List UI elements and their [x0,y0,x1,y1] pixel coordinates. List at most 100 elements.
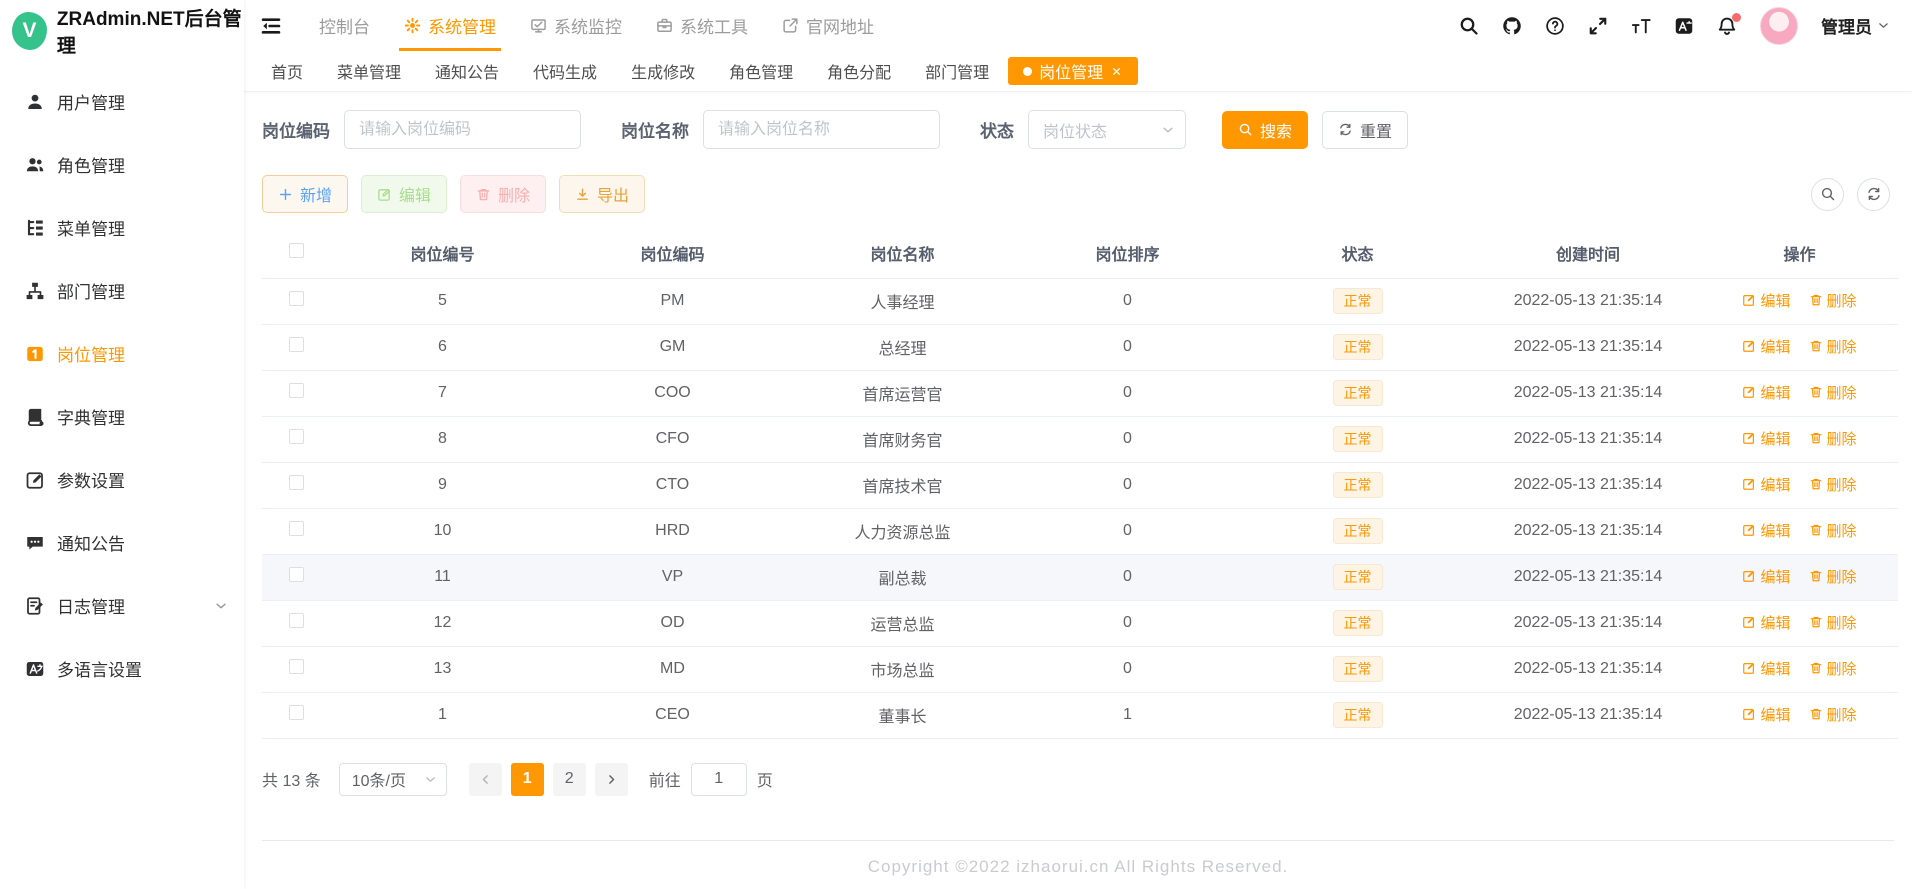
sidebar-item-dict[interactable]: 字典管理 [0,385,244,448]
edit-button[interactable]: 编辑 [361,175,448,213]
cell-status: 正常 [1240,370,1475,417]
refresh-table-button[interactable] [1857,177,1890,211]
export-button[interactable]: 导出 [559,175,646,213]
sidebar-item-i18n[interactable]: 多语言设置 [0,637,244,700]
row-checkbox[interactable] [288,291,304,306]
row-select-cell [262,692,330,739]
row-checkbox[interactable] [288,705,304,720]
post-table: 岗位编号 岗位编码 岗位名称 岗位排序 状态 创建时间 操作 5 PM 人事经理 0 正常 2022-… [262,229,1898,739]
page-size-select[interactable]: 10条/页 [338,762,447,796]
row-edit-button[interactable]: 编辑 [1742,658,1791,679]
avatar[interactable] [1760,6,1798,45]
show-search-toggle-button[interactable] [1811,177,1844,211]
row-edit-button[interactable]: 编辑 [1742,290,1791,311]
search-button[interactable] [1459,16,1479,36]
sidebar-item-label: 字典管理 [57,409,125,428]
tabs-bar: 首页 菜单管理 通知公告 代码生成 生成修改 角色管理 角色分配 部门管理 岗位管理 [244,51,1912,92]
nav-item[interactable]: 系统管理 [387,0,513,51]
sidebar-item-user[interactable]: 用户管理 [0,70,244,133]
row-checkbox[interactable] [288,567,304,582]
row-checkbox[interactable] [288,521,304,536]
sidebar-item-menu-tree[interactable]: 菜单管理 [0,196,244,259]
prev-page-button[interactable] [468,762,502,796]
post-code-input[interactable] [344,110,581,149]
table-row: 13 MD 市场总监 0 正常 2022-05-13 21:35:14 编辑 删除 [262,646,1898,693]
search-button[interactable]: 搜索 [1222,110,1309,149]
row-checkbox[interactable] [288,429,304,444]
sidebar-item-log[interactable]: 日志管理 [0,574,244,637]
select-all-checkbox[interactable] [288,243,304,259]
close-icon[interactable] [1110,65,1123,78]
sidebar-item-users[interactable]: 角色管理 [0,133,244,196]
nav-item[interactable]: 官网地址 [765,0,891,51]
trash-icon [1810,387,1821,398]
add-button[interactable]: 新增 [262,175,349,213]
row-delete-button[interactable]: 删除 [1809,290,1857,311]
language-button[interactable] [1674,16,1694,36]
row-edit-button[interactable]: 编辑 [1742,428,1791,449]
user-menu[interactable]: 管理员 [1821,13,1890,38]
row-checkbox[interactable] [288,613,304,628]
tab-部门管理[interactable]: 部门管理 [910,57,1004,85]
row-edit-button[interactable]: 编辑 [1742,336,1791,357]
row-delete-label: 删除 [1826,614,1857,632]
sidebar-collapse-button[interactable] [258,13,284,39]
row-checkbox[interactable] [288,475,304,490]
row-delete-button[interactable]: 删除 [1809,658,1857,679]
row-delete-button[interactable]: 删除 [1809,382,1857,403]
row-checkbox[interactable] [288,659,304,674]
tab-角色管理[interactable]: 角色管理 [714,57,808,85]
row-edit-button[interactable]: 编辑 [1742,612,1791,633]
row-edit-button[interactable]: 编辑 [1742,520,1791,541]
nav-item-label: 系统工具 [680,18,748,37]
sidebar-item-edit-square[interactable]: 参数设置 [0,448,244,511]
github-button[interactable] [1502,16,1522,36]
nav-item[interactable]: 系统监控 [513,0,639,51]
cell-code: MD [555,646,790,693]
row-delete-button[interactable]: 删除 [1809,336,1857,357]
cell-code: CTO [555,462,790,509]
row-delete-button[interactable]: 删除 [1809,428,1857,449]
row-checkbox[interactable] [288,383,304,398]
row-delete-button[interactable]: 删除 [1809,704,1857,725]
sidebar-item-chat[interactable]: 通知公告 [0,511,244,574]
tab-首页[interactable]: 首页 [256,57,318,85]
tab-岗位管理[interactable]: 岗位管理 [1008,57,1139,85]
tab-代码生成[interactable]: 代码生成 [518,57,612,85]
row-delete-button[interactable]: 删除 [1809,474,1857,495]
delete-button[interactable]: 删除 [460,175,547,213]
tab-通知公告[interactable]: 通知公告 [420,57,514,85]
row-edit-button[interactable]: 编辑 [1742,704,1791,725]
help-button[interactable] [1545,16,1565,36]
tab-生成修改[interactable]: 生成修改 [616,57,710,85]
goto-page-input[interactable] [690,762,747,796]
row-edit-label: 编辑 [1760,292,1791,310]
app-logo[interactable]: V ZRAdmin.NET后台管理 [0,0,244,62]
post-name-input[interactable] [703,110,940,149]
row-checkbox[interactable] [288,337,304,352]
bell-button[interactable] [1717,12,1741,36]
font-size-button[interactable] [1631,16,1651,36]
sidebar-item-org[interactable]: 部门管理 [0,259,244,322]
row-edit-button[interactable]: 编辑 [1742,566,1791,587]
reset-button[interactable]: 重置 [1322,110,1409,149]
page-button-2[interactable]: 2 [552,762,586,796]
chat-icon [25,533,45,553]
tab-菜单管理[interactable]: 菜单管理 [322,57,416,85]
sidebar-item-post[interactable]: 岗位管理 [0,322,244,385]
row-delete-button[interactable]: 删除 [1809,612,1857,633]
row-edit-button[interactable]: 编辑 [1742,382,1791,403]
cell-actions: 编辑 删除 [1701,416,1898,463]
page-button-1[interactable]: 1 [510,762,544,796]
filter-post-code: 岗位编码 [262,110,581,149]
page-content: 岗位编码 岗位名称 状态 岗位状态 搜索 [244,92,1912,840]
fullscreen-button[interactable] [1588,16,1608,36]
row-delete-button[interactable]: 删除 [1809,566,1857,587]
row-edit-button[interactable]: 编辑 [1742,474,1791,495]
tab-角色分配[interactable]: 角色分配 [812,57,906,85]
nav-item[interactable]: 系统工具 [639,0,765,51]
nav-item[interactable]: 控制台 [302,0,387,51]
status-select[interactable]: 岗位状态 [1028,110,1186,149]
next-page-button[interactable] [594,762,628,796]
row-delete-button[interactable]: 删除 [1809,520,1857,541]
